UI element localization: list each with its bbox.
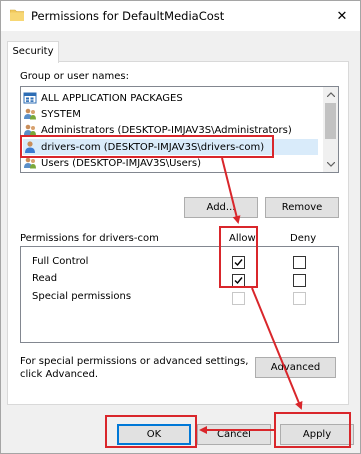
window-title: Permissions for DefaultMediaCost — [31, 9, 225, 23]
allow-read-checkbox[interactable] — [232, 274, 245, 287]
folder-icon — [10, 9, 24, 21]
advanced-note-line1: For special permissions or advanced sett… — [20, 356, 249, 367]
close-icon: ✕ — [336, 8, 348, 24]
permission-read: Read — [32, 273, 58, 284]
list-item-label: Administrators (DESKTOP-IMJAV3S\Administ… — [41, 124, 292, 136]
advanced-note-line2: click Advanced. — [20, 369, 99, 380]
list-item-users[interactable]: Users (DESKTOP-IMJAV3S\Users) — [23, 155, 318, 171]
permissions-label: Permissions for drivers-com — [20, 233, 159, 244]
apply-button-label: Apply — [302, 429, 332, 440]
permission-special: Special permissions — [32, 291, 132, 302]
deny-header: Deny — [290, 233, 317, 244]
deny-special-checkbox — [293, 292, 306, 305]
list-scrollbar[interactable] — [323, 87, 338, 172]
chevron-down-icon — [326, 162, 335, 167]
scroll-down-arrow[interactable] — [323, 157, 338, 172]
checkmark-icon — [234, 259, 243, 267]
list-item-label: SYSTEM — [41, 108, 81, 120]
chevron-up-icon — [326, 92, 335, 97]
title-bar[interactable]: Permissions for DefaultMediaCost ✕ — [1, 1, 360, 31]
remove-button[interactable]: Remove — [265, 197, 339, 218]
cancel-button-label: Cancel — [217, 429, 251, 440]
list-item-drivers-com[interactable]: drivers-com (DESKTOP-IMJAV3S\drivers-com… — [23, 139, 318, 155]
list-item-label: drivers-com (DESKTOP-IMJAV3S\drivers-com… — [41, 141, 265, 153]
add-button-label: Add... — [206, 202, 236, 213]
ok-button-label: OK — [146, 429, 162, 440]
users-icon — [24, 108, 36, 120]
cancel-button[interactable]: Cancel — [197, 424, 271, 445]
users-icon — [24, 124, 36, 136]
list-item-administrators[interactable]: Administrators (DESKTOP-IMJAV3S\Administ… — [23, 122, 318, 138]
packages-icon — [23, 92, 37, 104]
checkmark-icon — [234, 277, 243, 285]
list-item-system[interactable]: SYSTEM — [23, 106, 318, 122]
permissions-list: Full Control Read Special permissions — [20, 246, 339, 343]
apply-button[interactable]: Apply — [280, 424, 354, 445]
group-names-label: Group or user names: — [20, 71, 129, 82]
tab-security[interactable]: Security — [7, 41, 59, 63]
permissions-dialog: Permissions for DefaultMediaCost ✕ Secur… — [0, 0, 361, 454]
deny-full-control-checkbox[interactable] — [293, 256, 306, 269]
scroll-up-arrow[interactable] — [323, 87, 338, 102]
users-icon — [24, 157, 36, 169]
user-icon — [25, 141, 35, 153]
tab-security-label: Security — [12, 46, 54, 57]
ok-button[interactable]: OK — [117, 424, 191, 445]
close-button[interactable]: ✕ — [324, 1, 360, 31]
list-item-label: Users (DESKTOP-IMJAV3S\Users) — [41, 157, 202, 169]
list-item-label: ALL APPLICATION PACKAGES — [41, 92, 183, 104]
advanced-button[interactable]: Advanced — [255, 357, 336, 378]
list-item-all-application-packages[interactable]: ALL APPLICATION PACKAGES — [23, 90, 318, 106]
allow-full-control-checkbox[interactable] — [232, 256, 245, 269]
permission-full-control: Full Control — [32, 256, 89, 267]
allow-special-checkbox — [232, 292, 245, 305]
remove-button-label: Remove — [281, 202, 323, 213]
allow-header: Allow — [229, 233, 256, 244]
add-button[interactable]: Add... — [184, 197, 258, 218]
deny-read-checkbox[interactable] — [293, 274, 306, 287]
scroll-thumb[interactable] — [325, 103, 336, 139]
advanced-button-label: Advanced — [270, 362, 321, 373]
group-user-list[interactable]: ALL APPLICATION PACKAGES SYSTEM Administ… — [20, 86, 339, 173]
